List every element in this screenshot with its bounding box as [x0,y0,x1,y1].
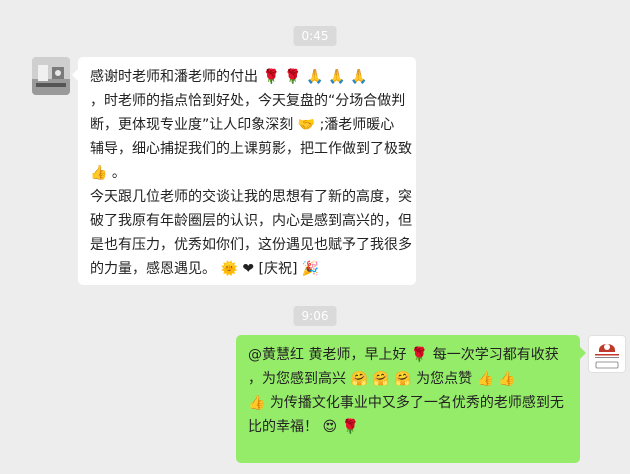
message-line: 👍 。 [90,165,126,181]
message-line: 感谢时老师和潘老师的付出 🌹 🌹 🙏 🙏 🙏 [90,69,368,85]
timestamp: 9:06 [293,306,337,326]
avatar-photo-icon [32,57,70,95]
message-line: 比的幸福！ 😍 🌹 [248,419,359,435]
message-line: 的力量，感恩遇见。 🌞 ❤ [庆祝] 🎉 [90,261,320,277]
message-line: 断，更体现专业度”让人印象深刻 🤝 ;潘老师暖心 [90,117,395,133]
outgoing-message-bubble[interactable]: @黄慧红 黄老师，早上好 🌹 每一次学习都有收获 ，为您感到高兴 🤗 🤗 🤗 为… [236,335,586,463]
timestamp: 0:45 [293,26,337,46]
message-line: @黄慧红 黄老师，早上好 🌹 每一次学习都有收获 [248,347,559,363]
self-avatar[interactable] [588,335,626,373]
message-line: 是也有压力，优秀如你们，这份遇见也赋予了我很多 [90,237,412,253]
message-line: 辅导，细心捕捉我们的上课剪影，把工作做到了极致 [90,141,412,157]
sender-avatar[interactable] [32,57,70,95]
incoming-message-bubble[interactable]: 感谢时老师和潘老师的付出 🌹 🌹 🙏 🙏 🙏 ，时老师的指点恰到好处，今天复盘的… [72,57,416,285]
message-line: ，时老师的指点恰到好处，今天复盘的“分场合做判 [90,93,406,109]
message-line: ，为您感到高兴 🤗 🤗 🤗 为您点赞 👍 👍 [248,371,516,387]
message-line: 今天跟几位老师的交谈让我的思想有了新的高度，突 [90,189,412,205]
message-line: 👍 为传播文化事业中又多了一名优秀的老师感到无 [248,395,564,411]
message-line: 破了我原有年龄圈层的认识，内心是感到高兴的，但 [90,213,412,229]
association-logo-icon [589,336,625,372]
